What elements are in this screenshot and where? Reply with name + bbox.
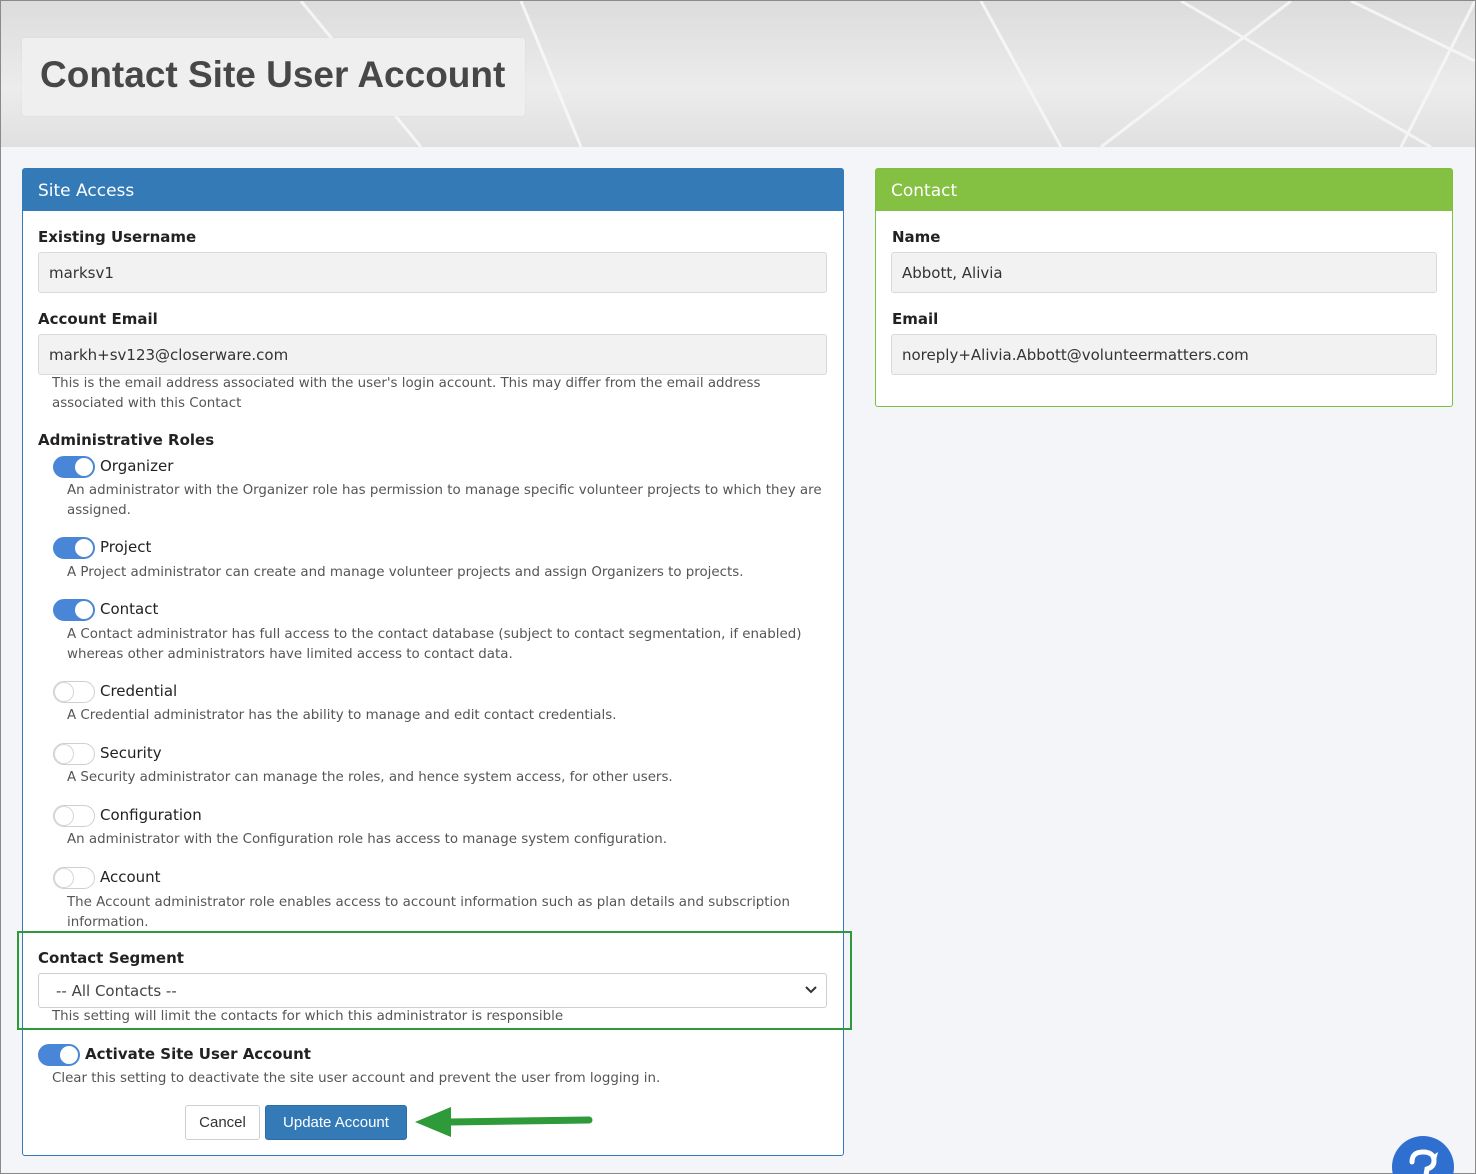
credential-description: A Credential administrator has the abili… [67, 708, 617, 723]
page-title: Contact Site User Account [40, 54, 506, 95]
contact-email-label: Email [892, 310, 939, 328]
account-email-help: This is the email address associated wit… [52, 376, 761, 411]
contact-email-field[interactable]: noreply+Alivia.Abbott@volunteermatters.c… [891, 334, 1437, 375]
activate-account-help: Clear this setting to deactivate the sit… [52, 1071, 661, 1086]
organizer-description: An administrator with the Organizer role… [67, 483, 822, 518]
cancel-button[interactable]: Cancel [185, 1105, 260, 1140]
contact-segment-help: This setting will limit the contacts for… [52, 1009, 564, 1024]
username-field[interactable]: marksv1 [38, 252, 827, 293]
organizer-label: Organizer [100, 457, 174, 475]
account-toggle[interactable] [53, 867, 95, 889]
username-label: Existing Username [38, 228, 197, 246]
contact-segment-select[interactable]: -- All Contacts -- [38, 973, 827, 1008]
security-toggle[interactable] [53, 743, 95, 765]
page-header: Contact Site User Account [1, 1, 1475, 147]
help-button[interactable] [1392, 1136, 1454, 1174]
administrative-roles-label: Administrative Roles [38, 431, 215, 449]
configuration-toggle[interactable] [53, 805, 95, 827]
credential-toggle[interactable] [53, 681, 95, 703]
contact-name-field[interactable]: Abbott, Alivia [891, 252, 1437, 293]
project-toggle[interactable] [53, 537, 95, 559]
activate-account-toggle[interactable] [38, 1044, 80, 1066]
contact-role-label: Contact [100, 600, 159, 618]
contact-toggle[interactable] [53, 599, 95, 621]
chevron-down-icon [805, 986, 817, 994]
contact-segment-value: -- All Contacts -- [56, 982, 177, 1000]
help-icon [1409, 1149, 1438, 1174]
account-role-label: Account [100, 868, 161, 886]
contact-description: A Contact administrator has full access … [67, 627, 802, 662]
account-email-label: Account Email [38, 310, 158, 328]
contact-segment-label: Contact Segment [38, 949, 184, 967]
security-label: Security [100, 744, 162, 762]
update-account-button[interactable]: Update Account [265, 1105, 407, 1140]
contact-heading: Contact [876, 169, 1452, 211]
credential-label: Credential [100, 682, 178, 700]
annotation-arrow-icon [415, 1107, 593, 1137]
security-description: A Security administrator can manage the … [67, 770, 673, 785]
configuration-description: An administrator with the Configuration … [67, 832, 667, 847]
account-description: The Account administrator role enables a… [67, 895, 790, 930]
organizer-toggle[interactable] [53, 456, 95, 478]
project-label: Project [100, 538, 152, 556]
page-title-box: Contact Site User Account [22, 38, 525, 116]
site-access-heading: Site Access [23, 169, 843, 211]
project-description: A Project administrator can create and m… [67, 565, 744, 580]
configuration-label: Configuration [100, 806, 202, 824]
account-email-field[interactable]: markh+sv123@closerware.com [38, 334, 827, 375]
contact-name-label: Name [892, 228, 941, 246]
activate-account-label: Activate Site User Account [85, 1045, 311, 1063]
